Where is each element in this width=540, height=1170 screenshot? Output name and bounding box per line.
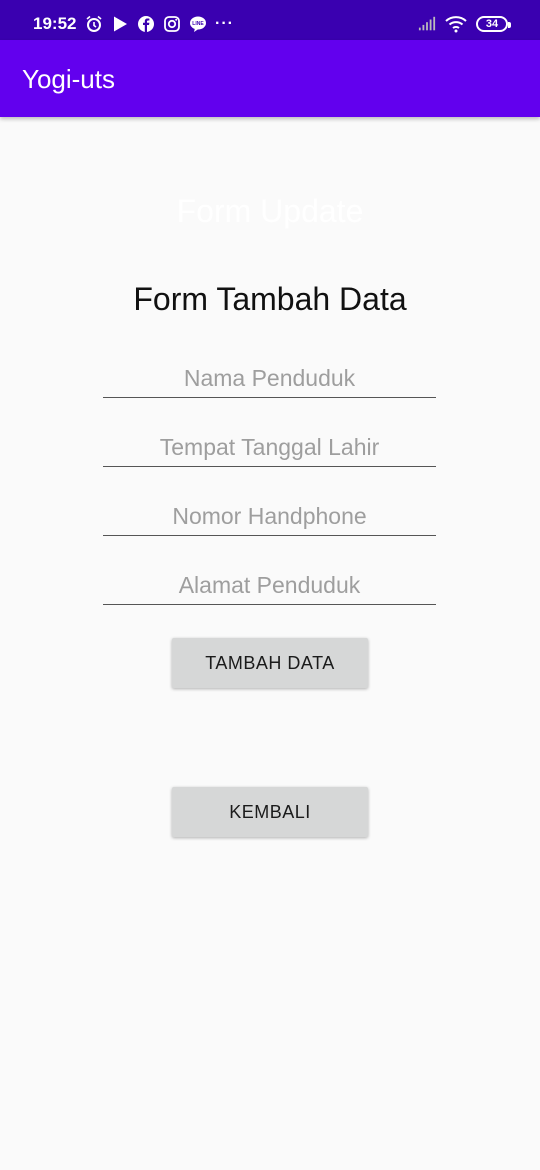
- play-store-icon: [111, 15, 129, 33]
- battery-icon: 34: [476, 16, 511, 32]
- tempat-tanggal-lahir-field[interactable]: [103, 429, 436, 467]
- instagram-icon: [163, 15, 181, 33]
- kembali-button[interactable]: KEMBALI: [172, 787, 368, 837]
- alarm-icon: [85, 15, 103, 33]
- line-icon: LINE: [189, 15, 207, 33]
- system-icons: 34: [418, 13, 511, 35]
- tambah-data-button[interactable]: TAMBAH DATA: [172, 638, 368, 688]
- hidden-form-update-title: Form Update: [176, 193, 364, 229]
- nama-penduduk-field[interactable]: [103, 360, 436, 398]
- nomor-handphone-field[interactable]: [103, 498, 436, 536]
- notification-icons: LINE ···: [85, 14, 234, 34]
- signal-icon: [418, 15, 436, 33]
- wifi-icon: [444, 15, 468, 33]
- app-title: Yogi-uts: [22, 64, 115, 94]
- more-notifications: ···: [215, 15, 234, 32]
- status-time: 19:52: [33, 14, 77, 33]
- svg-text:LINE: LINE: [192, 21, 204, 27]
- form-title: Form Tambah Data: [133, 281, 407, 317]
- facebook-icon: [137, 15, 155, 33]
- alamat-penduduk-field[interactable]: [103, 567, 436, 605]
- app-bar: Yogi-uts: [0, 40, 540, 117]
